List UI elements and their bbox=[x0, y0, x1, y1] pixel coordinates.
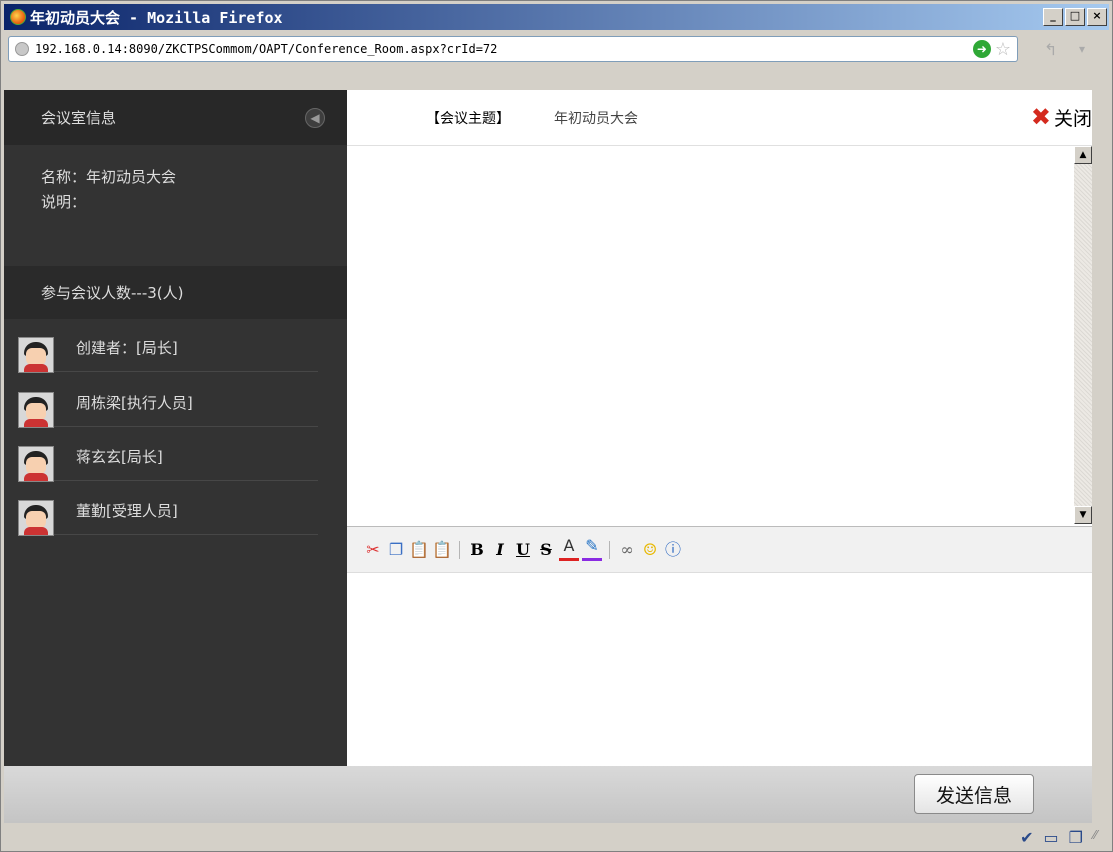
message-scrollbar[interactable]: ▲ ▼ bbox=[1074, 146, 1092, 524]
toolbar-separator bbox=[459, 540, 460, 559]
topic-label: 【会议主题】 bbox=[426, 111, 510, 127]
firefox-logo-icon bbox=[10, 9, 26, 25]
member-item[interactable]: 创建者：[局长] bbox=[18, 319, 318, 373]
sidebar-title: 会议室信息 bbox=[41, 109, 117, 127]
member-name: 董勤[受理人员] bbox=[76, 502, 178, 520]
addon-mask-icon[interactable]: ▭ bbox=[1044, 828, 1059, 847]
url-text[interactable]: 192.168.0.14:8090/ZKCTPSCommom/OAPT/Conf… bbox=[35, 42, 973, 56]
sidebar-header: 会议室信息 ◀ bbox=[4, 90, 347, 145]
resize-grip-icon[interactable]: ⁄⁄ bbox=[1093, 828, 1097, 847]
bold-icon[interactable]: B bbox=[467, 540, 487, 560]
window-title: 年初动员大会 - Mozilla Firefox bbox=[30, 8, 283, 27]
room-sidebar: 会议室信息 ◀ 名称：年初动员大会 说明： 参与会议人数---3(人) 创建者：… bbox=[4, 90, 347, 766]
share-dropdown-icon[interactable]: ▾ bbox=[1079, 42, 1085, 56]
conference-room-page: 会议室信息 ◀ 名称：年初动员大会 说明： 参与会议人数---3(人) 创建者：… bbox=[4, 90, 1092, 766]
underline-icon[interactable]: U bbox=[513, 540, 533, 560]
member-name: 创建者：[局长] bbox=[76, 339, 178, 357]
share-icon[interactable]: ↰ bbox=[1044, 40, 1057, 59]
message-input[interactable] bbox=[347, 573, 1092, 766]
toolbar-separator bbox=[609, 540, 610, 559]
scroll-down-button[interactable]: ▼ bbox=[1074, 506, 1092, 524]
room-info: 名称：年初动员大会 说明： bbox=[41, 165, 176, 215]
member-item[interactable]: 董勤[受理人员] bbox=[18, 482, 318, 536]
participant-count: 参与会议人数---3(人) bbox=[4, 266, 347, 319]
close-room-button[interactable]: ✖ 关闭 bbox=[1031, 103, 1092, 131]
italic-icon[interactable]: I bbox=[490, 540, 510, 560]
highlight-color-icon[interactable]: ✎ bbox=[582, 538, 602, 561]
go-icon[interactable]: ➜ bbox=[972, 40, 991, 58]
avatar-icon bbox=[18, 392, 54, 428]
avatar-icon bbox=[18, 446, 54, 482]
cut-icon[interactable]: ✂ bbox=[363, 540, 383, 560]
room-description: 说明： bbox=[41, 193, 87, 211]
close-x-icon: ✖ bbox=[1030, 103, 1051, 131]
title-bar: 年初动员大会 - Mozilla Firefox _ □ × bbox=[4, 4, 1109, 30]
copy-icon[interactable]: ❐ bbox=[386, 540, 406, 560]
address-bar[interactable]: 192.168.0.14:8090/ZKCTPSCommom/OAPT/Conf… bbox=[8, 36, 1018, 62]
smiley-icon[interactable]: ☺ bbox=[640, 540, 660, 560]
member-name: 蒋玄玄[局长] bbox=[76, 448, 163, 466]
info-icon[interactable]: ⓘ bbox=[663, 540, 683, 560]
member-name: 周栋梁[执行人员] bbox=[76, 394, 193, 412]
status-icons: ✔ ▭ ❐ ⁄⁄ bbox=[1020, 828, 1097, 847]
addon-tool-icon[interactable]: ✔ bbox=[1020, 828, 1033, 847]
close-window-button[interactable]: × bbox=[1087, 8, 1107, 26]
member-item[interactable]: 周栋梁[执行人员] bbox=[18, 374, 318, 428]
bookmark-star-icon[interactable]: ☆ bbox=[995, 39, 1011, 60]
window-icon[interactable]: ❐ bbox=[1069, 828, 1083, 847]
status-bar: ✔ ▭ ❐ ⁄⁄ bbox=[4, 823, 1111, 851]
close-label: 关闭 bbox=[1053, 107, 1092, 130]
editor-toolbar: ✂ ❐ 📋 📋 B I U S A ✎ ∞ ☺ ⓘ bbox=[347, 526, 1092, 573]
paste-icon[interactable]: 📋 bbox=[409, 540, 429, 560]
member-item[interactable]: 蒋玄玄[局长] bbox=[18, 428, 318, 482]
browser-window: 年初动员大会 - Mozilla Firefox _ □ × 192.168.0… bbox=[0, 0, 1113, 852]
link-icon[interactable]: ∞ bbox=[617, 540, 637, 560]
topic-bar: 【会议主题】 年初动员大会 ✖ 关闭 bbox=[347, 90, 1092, 146]
avatar-icon bbox=[18, 500, 54, 536]
bottom-bar: 发送信息 bbox=[4, 766, 1092, 823]
topic-value: 年初动员大会 bbox=[554, 111, 638, 127]
minimize-button[interactable]: _ bbox=[1043, 8, 1063, 26]
font-color-icon[interactable]: A bbox=[559, 538, 579, 561]
window-controls: _ □ × bbox=[1043, 8, 1107, 26]
navigation-bar: 192.168.0.14:8090/ZKCTPSCommom/OAPT/Conf… bbox=[4, 34, 1109, 66]
site-identity-icon[interactable] bbox=[15, 42, 29, 56]
collapse-arrow-icon[interactable]: ◀ bbox=[305, 107, 325, 128]
maximize-button[interactable]: □ bbox=[1065, 8, 1085, 26]
avatar-icon bbox=[18, 337, 54, 373]
strikethrough-icon[interactable]: S bbox=[536, 540, 556, 560]
room-name: 名称：年初动员大会 bbox=[41, 168, 177, 186]
scroll-up-button[interactable]: ▲ bbox=[1074, 146, 1092, 164]
send-message-button[interactable]: 发送信息 bbox=[914, 774, 1034, 814]
paste-text-icon[interactable]: 📋 bbox=[432, 540, 452, 560]
message-history: ▲ ▼ bbox=[347, 146, 1092, 524]
